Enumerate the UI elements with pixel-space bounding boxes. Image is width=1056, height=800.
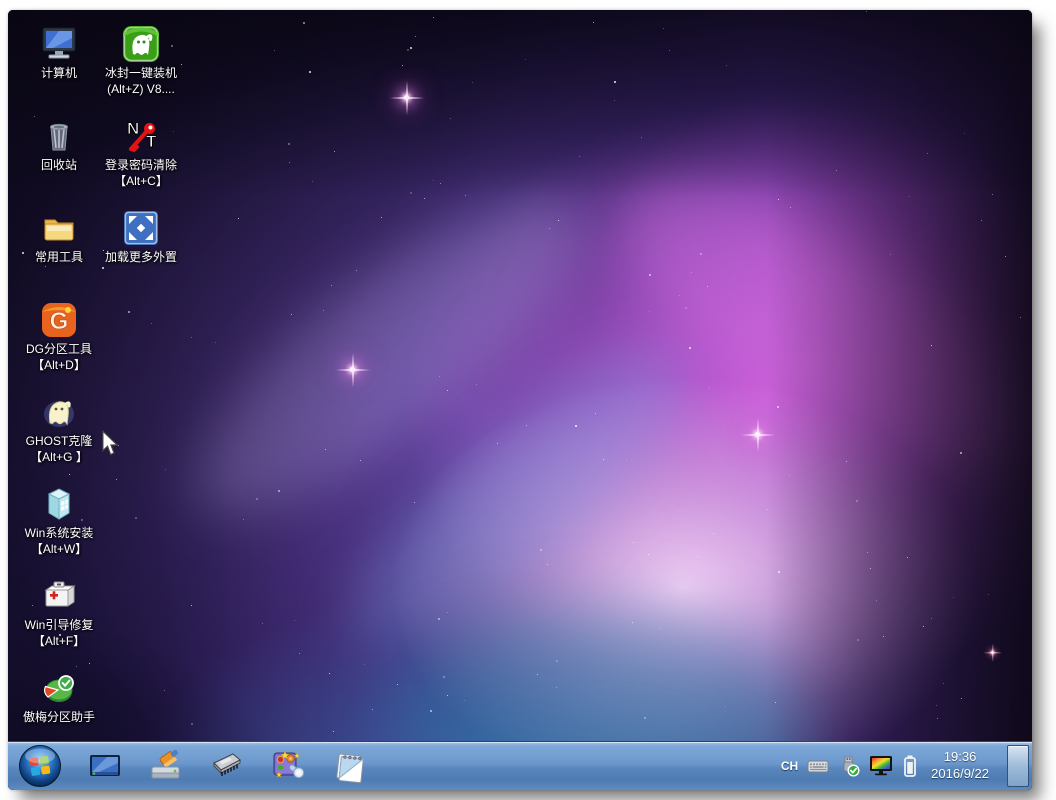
- clock-date: 2016/9/22: [931, 766, 989, 781]
- clock[interactable]: 19:36 2016/9/22: [931, 749, 989, 783]
- desktop-icon-common-tools[interactable]: 常用工具: [18, 200, 100, 292]
- usb-device-icon[interactable]: [838, 755, 860, 777]
- desktop-icon-ghost-clone[interactable]: GHOST克隆 【Alt+G 】: [18, 384, 100, 476]
- desktop-icon-win-install[interactable]: Win系统安装 【Alt+W】: [18, 476, 100, 568]
- desktop-icon-computer[interactable]: 计算机: [18, 16, 100, 108]
- svg-text:N: N: [127, 119, 139, 138]
- desktop-icon-label: 常用工具: [34, 250, 83, 264]
- flare-star: [336, 353, 370, 387]
- partition-pie-icon: [39, 668, 79, 708]
- taskbar: CH 19:36 2016/9/22: [8, 741, 1032, 790]
- computer-icon: [39, 24, 79, 64]
- expand-arrows-icon: [121, 208, 161, 248]
- display-color-icon[interactable]: [869, 755, 893, 777]
- taskbar-item-notepad[interactable]: [331, 748, 367, 784]
- desktop-icons-column-1: 计算机 回收站 常用工具 G DG分区工具 【Alt+D】 GHOST克隆 【A…: [18, 16, 100, 752]
- desktop-icon-dg-partition[interactable]: G DG分区工具 【Alt+D】: [18, 292, 100, 384]
- mouse-cursor: [101, 429, 119, 462]
- flare-star: [390, 81, 424, 115]
- desktop-icon-label: Win引导修复 【Alt+F】: [24, 618, 94, 648]
- clock-time: 19:36: [943, 749, 977, 765]
- battery-icon[interactable]: [902, 754, 918, 778]
- folder-icon: [39, 208, 79, 248]
- desktop-icon-load-more[interactable]: 加载更多外置: [98, 200, 184, 292]
- desktop-icon-label: Win系统安装 【Alt+W】: [24, 526, 94, 556]
- desktop-icons-column-2: 冰封一键装机 (Alt+Z) V8.... NT 登录密码清除 【Alt+C】 …: [98, 16, 184, 292]
- system-tray: CH 19:36 2016/9/22: [781, 745, 1032, 787]
- nt-key-icon: NT: [121, 116, 161, 156]
- start-button[interactable]: [18, 744, 62, 788]
- keyboard-icon[interactable]: [807, 756, 829, 776]
- desktop-icon-label: GHOST克隆 【Alt+G 】: [25, 434, 93, 464]
- desktop-icon-password-clear[interactable]: NT 登录密码清除 【Alt+C】: [98, 108, 184, 200]
- taskbar-item-memory-chip[interactable]: [209, 748, 245, 784]
- desktop-icon-label: 傲梅分区助手: [22, 710, 95, 724]
- svg-text:G: G: [50, 308, 69, 335]
- recycle-bin-icon: [39, 116, 79, 156]
- desktop-icon-aomei-partition[interactable]: 傲梅分区助手: [18, 660, 100, 752]
- desktop-icon-label: 冰封一键装机 (Alt+Z) V8....: [104, 66, 177, 96]
- taskbar-item-disk-cleanup[interactable]: [148, 748, 184, 784]
- desktop-screen: 计算机 回收站 常用工具 G DG分区工具 【Alt+D】 GHOST克隆 【A…: [8, 10, 1032, 790]
- ghost-icon: [39, 392, 79, 432]
- windows-box-icon: [39, 484, 79, 524]
- desktop-icon-label: 计算机: [40, 66, 77, 80]
- taskbar-item-desktop-preview[interactable]: [87, 748, 123, 784]
- svg-text:T: T: [146, 132, 157, 151]
- first-aid-kit-icon: [39, 576, 79, 616]
- desktop-icon-label: 加载更多外置: [104, 250, 177, 264]
- desktop-icon-bingfeng-installer[interactable]: 冰封一键装机 (Alt+Z) V8....: [98, 16, 184, 108]
- flare-star: [741, 418, 775, 452]
- desktop-icon-win-boot-repair[interactable]: Win引导修复 【Alt+F】: [18, 568, 100, 660]
- show-desktop-button[interactable]: [1007, 745, 1029, 787]
- diskgenius-icon: G: [39, 300, 79, 340]
- desktop-icon-label: DG分区工具 【Alt+D】: [25, 342, 92, 372]
- desktop-icon-recycle-bin[interactable]: 回收站: [18, 108, 100, 200]
- green-ghost-app-icon: [121, 24, 161, 64]
- flare-star: [983, 643, 1003, 663]
- language-indicator[interactable]: CH: [781, 759, 798, 773]
- desktop-icon-label: 登录密码清除 【Alt+C】: [104, 158, 177, 188]
- desktop-icon-label: 回收站: [40, 158, 77, 172]
- taskbar-item-screen-tool[interactable]: [270, 748, 306, 784]
